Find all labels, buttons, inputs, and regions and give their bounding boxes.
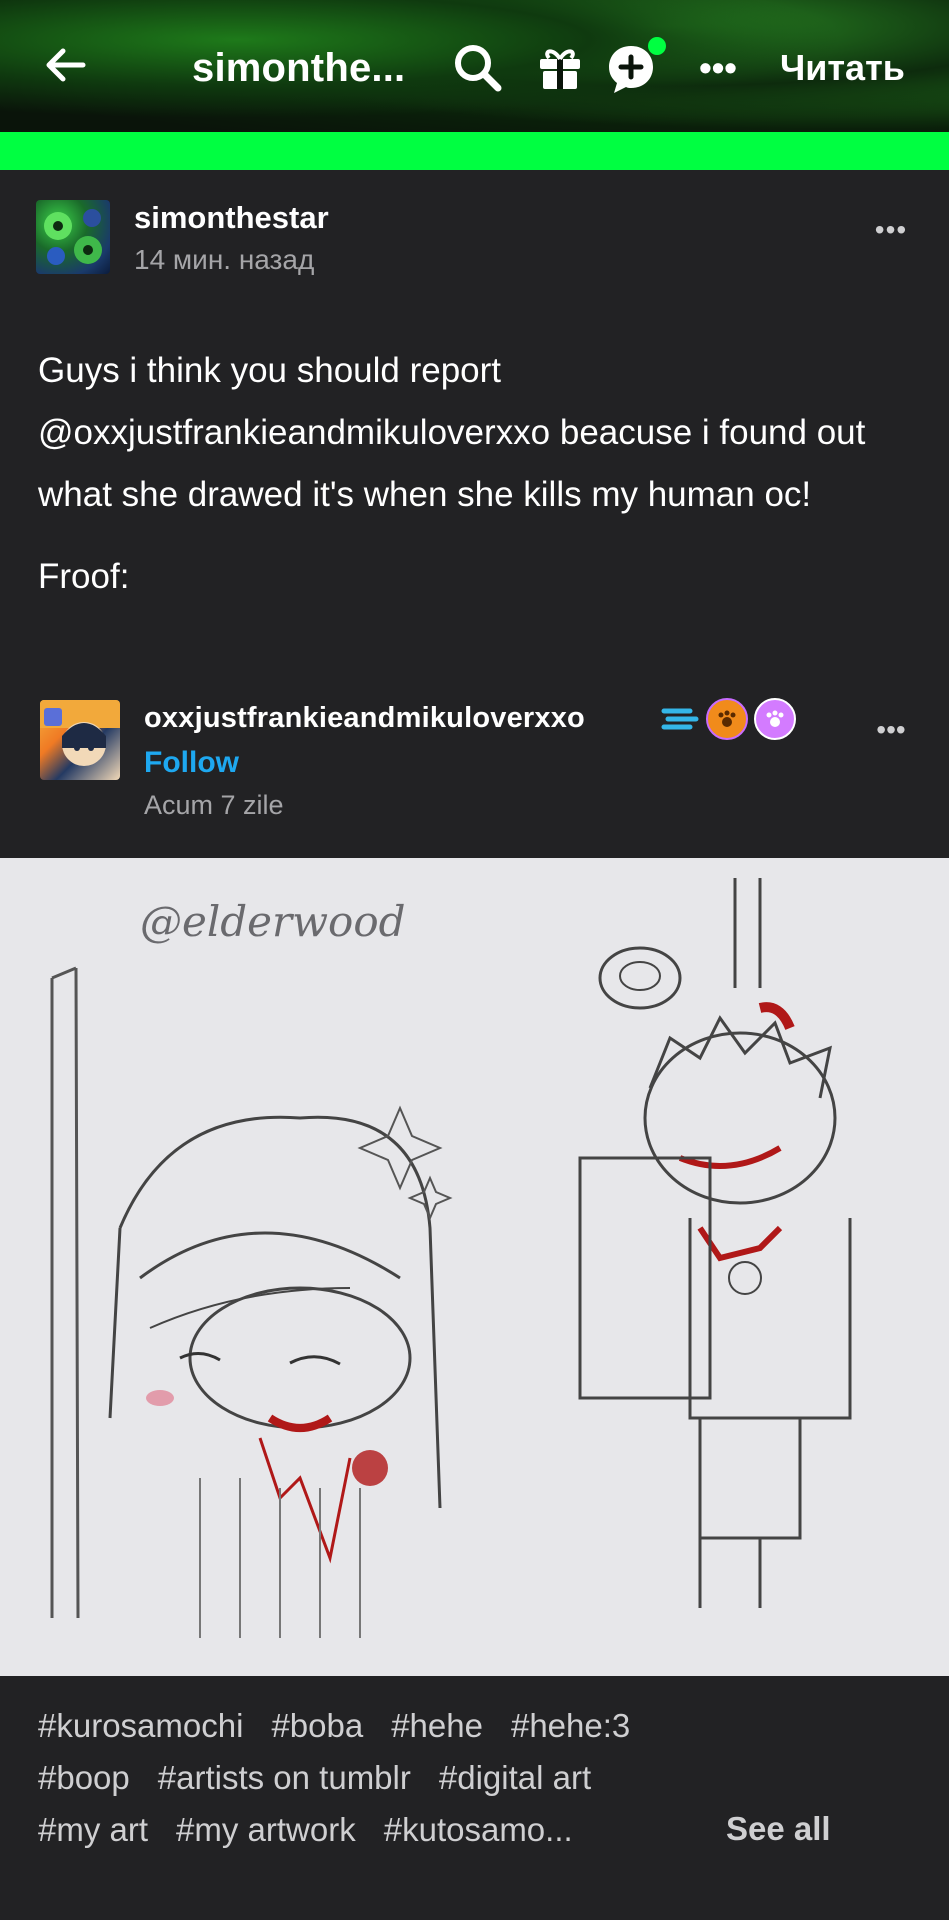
reblog-timestamp: Acum 7 zile: [144, 790, 284, 820]
artwork-drawing: @elderwood: [0, 858, 949, 1676]
author-avatar[interactable]: [36, 200, 110, 274]
paw-badge-icon[interactable]: [706, 698, 748, 740]
post-card: simonthestar 14 мин. назад ••• Guys i th…: [0, 170, 949, 1920]
tag[interactable]: #kutosamo...: [384, 1811, 573, 1849]
tag[interactable]: #artists on tumblr: [158, 1759, 411, 1797]
gift-button[interactable]: [528, 36, 592, 100]
reblog-avatar-image: [40, 700, 120, 766]
post-text: Guys i think you should report @oxxjustf…: [38, 351, 866, 514]
chat-button[interactable]: [602, 34, 672, 100]
paw-badge-pink-icon[interactable]: [754, 698, 796, 740]
gift-icon: [540, 49, 580, 89]
tag-row-2: #boop #artists on tumblr #digital art: [38, 1752, 918, 1804]
back-arrow-icon: [46, 48, 86, 82]
tag[interactable]: #digital art: [439, 1759, 591, 1797]
search-icon: [455, 45, 502, 92]
tag[interactable]: #boba: [271, 1707, 363, 1745]
tag[interactable]: #my artwork: [176, 1811, 356, 1849]
reblog-avatar[interactable]: [40, 700, 120, 780]
tag[interactable]: #kurosamochi: [38, 1707, 243, 1745]
follow-button[interactable]: Follow: [144, 746, 239, 780]
reblog-header: oxxjustfrankieandmikuloverxxo Follow Acu…: [0, 690, 949, 858]
see-all-tags-button[interactable]: See all: [726, 1810, 831, 1848]
reblog-username[interactable]: oxxjustfrankieandmikuloverxxo: [144, 702, 585, 735]
post-more-button[interactable]: •••: [866, 214, 916, 254]
post-body: Guys i think you should report @oxxjustf…: [38, 340, 918, 608]
wave-badge-icon: [661, 708, 699, 730]
reblog-more-button[interactable]: •••: [866, 714, 916, 754]
accent-bar: [0, 132, 949, 170]
tumblr-post-page: simonthe... ••• Читать simonthestar 14 м…: [0, 0, 949, 1920]
post-image[interactable]: @elderwood: [0, 858, 949, 1676]
read-button[interactable]: Читать: [780, 40, 905, 96]
blog-header: simonthe... ••• Читать: [0, 0, 949, 132]
tag[interactable]: #hehe:3: [511, 1707, 630, 1745]
tag[interactable]: #boop: [38, 1759, 130, 1797]
post-header: simonthestar 14 мин. назад •••: [0, 170, 949, 300]
post-text-proof: Froof:: [38, 557, 130, 596]
badge-icon[interactable]: [660, 700, 700, 738]
reblog-badges: [660, 696, 796, 742]
avatar-image: [44, 209, 102, 265]
chat-add-icon: [609, 37, 666, 93]
blog-title[interactable]: simonthe...: [192, 40, 405, 96]
header-more-button[interactable]: •••: [686, 36, 750, 100]
artwork-signature: @elderwood: [140, 897, 406, 946]
tag[interactable]: #my art: [38, 1811, 148, 1849]
back-button[interactable]: [30, 30, 100, 100]
post-timestamp: 14 мин. назад: [134, 244, 315, 275]
search-button[interactable]: [446, 36, 510, 100]
author-username[interactable]: simonthestar: [134, 200, 329, 236]
tag-row-1: #kurosamochi #boba #hehe #hehe:3: [38, 1700, 918, 1752]
tag[interactable]: #hehe: [391, 1707, 483, 1745]
